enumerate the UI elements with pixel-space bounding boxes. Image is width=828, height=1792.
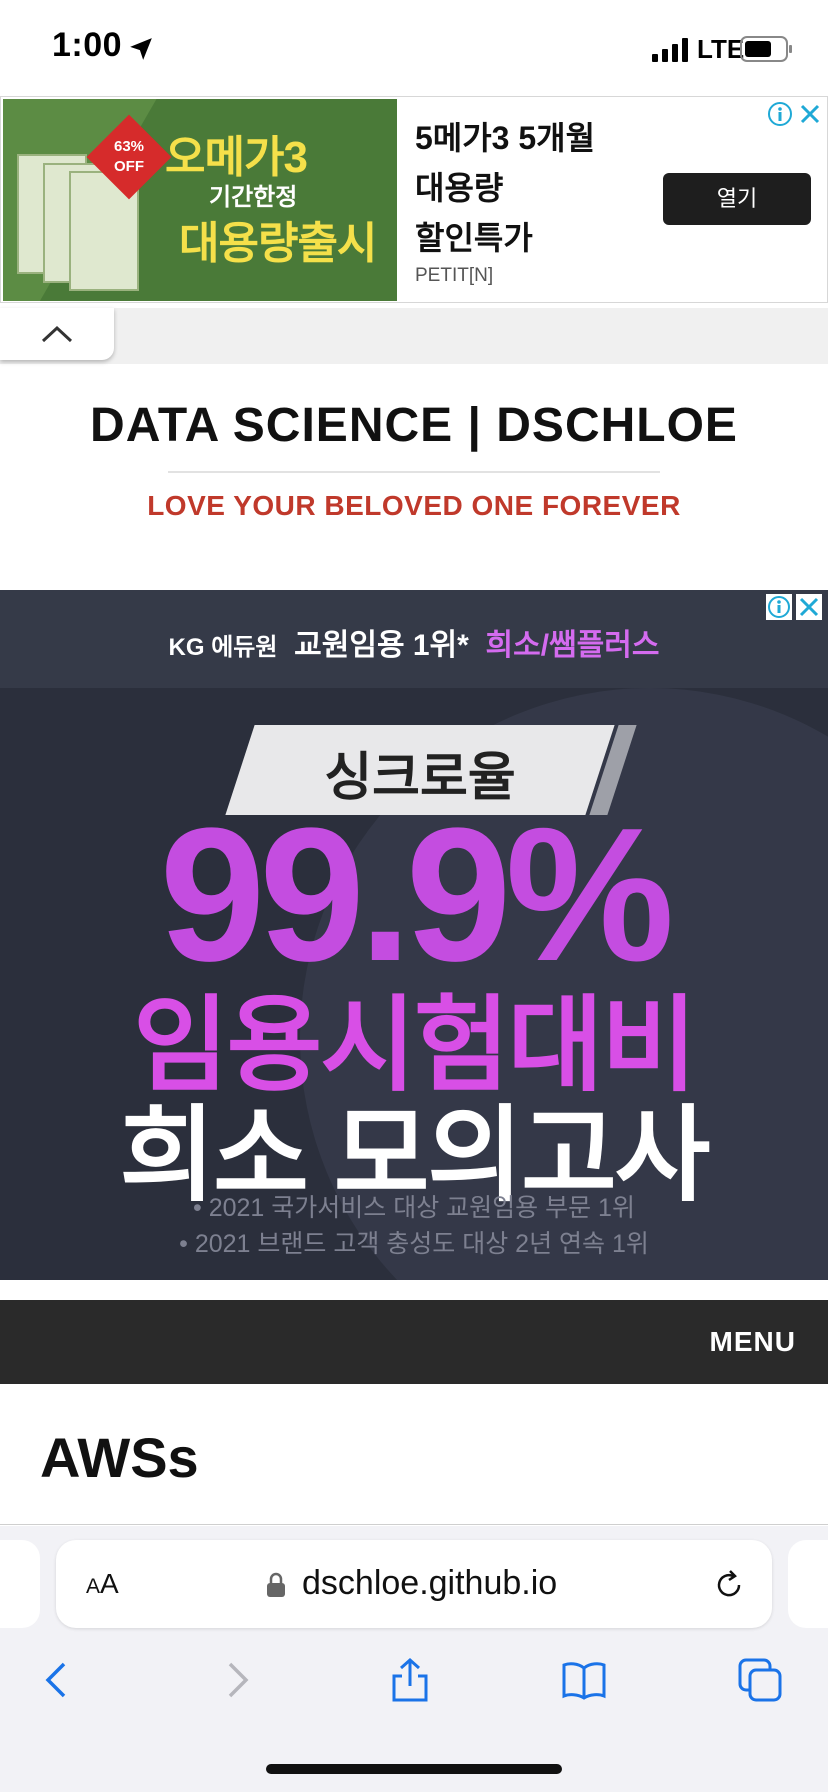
site-title[interactable]: DATA SCIENCE | DSCHLOE [0,398,828,453]
ad-collapse-bar [0,308,828,364]
share-icon[interactable] [386,1656,434,1704]
back-icon[interactable] [34,1656,82,1704]
lock-icon [267,1572,285,1597]
ad-text[interactable]: 5메가3 5개월 대용량 할인특가 [415,113,635,263]
tabs-icon[interactable] [736,1656,784,1704]
site-tagline: LOVE YOUR BELOVED ONE FOREVER [147,490,681,521]
status-time: 1:00 [52,26,123,64]
ad-text-line: 5메가3 5개월 [415,120,596,156]
home-indicator [266,1764,562,1774]
forward-icon[interactable] [212,1656,260,1704]
cellular-signal-icon [652,38,688,62]
display-ad[interactable]: KG 에듀원 교원임용 1위* 희소/쌤플러스 싱크로율 99.9% 임용시험대… [0,590,828,1280]
status-bar: 1:00 LTE [0,0,828,96]
ad-text-line: 대용량 [415,170,504,206]
collapse-ad-button[interactable] [0,308,114,360]
ad-brand: PETIT[N] [415,265,494,286]
ad-open-button[interactable]: 열기 [663,173,811,225]
ad-sponsor-text: KG 에듀원 교원임용 1위* 희소/쌤플러스 [168,629,660,662]
post-title: AWSs [40,1426,199,1489]
close-icon[interactable] [796,594,822,620]
top-banner-ad[interactable]: 63% OFF 오메가3 기간한정 대용량출시 5메가3 5개월 대용량 할인특… [0,96,828,303]
adchoices-icon[interactable] [767,101,793,127]
ad-image-headline-2: 대용량출시 [179,219,377,268]
content-divider [0,1524,828,1525]
next-tab-preview[interactable] [788,1540,828,1628]
ad-image-headline: 오메가3 [165,133,308,182]
chevron-up-icon [41,325,73,343]
close-icon[interactable] [797,101,823,127]
reload-icon[interactable] [712,1568,746,1602]
ad-product-image[interactable]: 63% OFF 오메가3 기간한정 대용량출시 [3,99,397,301]
battery-icon [740,36,792,62]
title-divider [168,471,660,473]
address-bar[interactable]: AA dschloe.github.io [56,1540,772,1628]
location-arrow-icon [130,38,152,60]
browser-bottom-bar: AA dschloe.github.io [0,1526,828,1792]
ad-note: • 2021 브랜드 고객 충성도 대상 2년 연속 1위 [179,1230,649,1258]
previous-tab-preview[interactable] [0,1540,40,1628]
ad-sponsor-bar: KG 에듀원 교원임용 1위* 희소/쌤플러스 [0,590,828,688]
url-text[interactable]: dschloe.github.io [302,1564,557,1603]
network-label: LTE [697,34,745,64]
site-nav-bar: MENU [0,1300,828,1384]
menu-button[interactable]: MENU [710,1326,796,1358]
ad-text-line: 할인특가 [415,220,533,256]
ad-note: • 2021 국가서비스 대상 교원임용 부문 1위 [193,1194,635,1222]
adchoices-icon[interactable] [766,594,792,620]
text-size-button[interactable]: AA [86,1568,119,1600]
bookmarks-icon[interactable] [560,1656,608,1704]
